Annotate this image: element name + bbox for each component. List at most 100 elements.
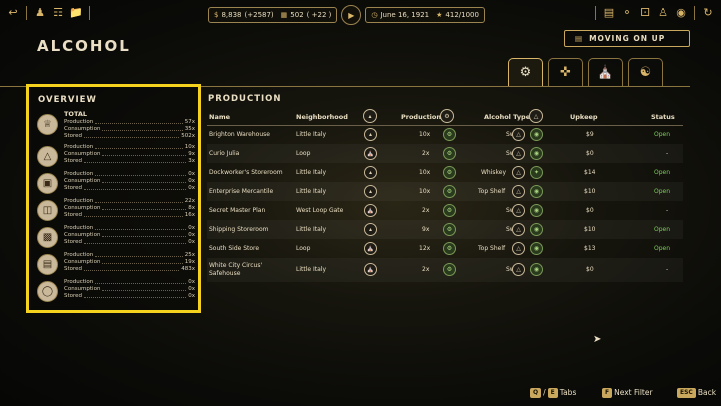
row-status: - [666,150,669,157]
tab-alcohol[interactable]: ⚙ [508,58,543,86]
row-upkeep: $0 [586,150,594,157]
tab-deals[interactable]: ☯ [628,58,663,86]
overview-row-production: Production 22x [64,198,195,205]
column-header-name[interactable]: Name [209,113,230,121]
bottle-icon: △ [37,146,58,167]
quality-icon: ◉ [530,185,543,198]
play-icon: ▶ [348,10,355,20]
production-filter-icon[interactable]: ⚙ [440,109,454,123]
row-status: - [666,266,669,273]
row-neighborhood: Loop [296,245,311,252]
table-row[interactable]: Secret Master Plan West Loop Gate ⛪ 2x ⚙… [207,201,683,220]
row-upkeep: $0 [586,266,594,273]
row-production: 2x [422,150,430,157]
moving-on-up-button[interactable]: ▤ MOVING ON UP [564,30,690,47]
quality-icon: ◉ [530,147,543,160]
overview-item-flask: ◯ Production 0x Consumption 0x Stored 0x [37,279,195,305]
book-icon[interactable]: ▤ [602,6,616,20]
row-alcohol-type: Whiskey [481,169,507,176]
overview-row-stored: Stored 16x [64,212,195,219]
row-name: Brighton Warehouse [209,131,270,138]
building-icon: ⛪ [364,147,377,160]
building-icon: ⛪ [597,65,614,80]
shield-icon[interactable]: ⚬ [620,6,634,20]
row-production: 10x [419,169,431,176]
value: 483x [181,266,195,272]
table-row[interactable]: Brighton Warehouse Little Italy ▴ 10x ⚙ … [207,125,683,144]
overview-row-consumption: Consumption 19x [64,259,195,266]
swill-icon: △ [512,263,525,276]
quality-icon: ◉ [530,128,543,141]
label: Production [64,252,94,258]
crew-icon[interactable]: ♟ [33,6,47,20]
tabs-hint[interactable]: Q / E Tabs [530,387,576,398]
back-hint[interactable]: ESC Back [677,387,716,398]
label: Stored [64,133,83,139]
overview-row-stored: Stored 3x [64,158,195,165]
hint-slash: / [543,388,546,397]
table-row[interactable]: Curio Julia Loop ⛪ 2x ⚙ Swill △ ◉ $0 - [207,144,683,163]
jug-icon: ▩ [37,227,58,248]
value: 57x [184,119,195,125]
stars-value: 412/1000 [445,11,479,19]
value: 0x [188,171,195,177]
money-delta: (+2587) [244,11,274,19]
workers-delta: ( +22 ) [306,11,332,19]
tab-buildings[interactable]: ⛪ [588,58,623,86]
play-button[interactable]: ▶ [341,5,362,25]
overview-row-consumption: Consumption 0x [64,232,195,239]
row-production: 10x [419,131,431,138]
overview-row-production: Production 0x [64,171,195,178]
row-neighborhood: Loop [296,150,311,157]
row-name-line1: White City Circus' [209,262,263,269]
table-row[interactable]: Shipping Storeroom Little Italy ▴ 9x ⚙ S… [207,220,683,239]
table-row[interactable]: South Side Store Loop ⛪ 12x ⚙ Top Shelf … [207,239,683,258]
alcohol-icon[interactable]: ⚀ [638,6,652,20]
label: Consumption [64,178,101,184]
table-row[interactable]: Dockworker's Storeroom Little Italy ▴ 10… [207,163,683,182]
tab-distribution[interactable]: ✜ [548,58,583,86]
row-name: South Side Store [209,245,260,252]
neighborhood-filter-icon[interactable]: ▴ [363,109,377,123]
back-label: Back [697,388,717,397]
table-row[interactable]: Enterprise Mercantile Little Italy ▴ 10x… [207,182,683,201]
person-icon[interactable]: ♙ [656,6,670,20]
back-arrow-icon[interactable]: ↩ [6,6,20,20]
row-upkeep: $10 [584,188,596,195]
column-header-upkeep[interactable]: Upkeep [570,113,598,121]
next-filter-label: Next Filter [614,388,653,397]
value: 16x [184,212,195,218]
table-row[interactable]: White City Circus' Safehouse Little Ital… [207,258,683,282]
quality-icon: ◉ [530,242,543,255]
settings-icon[interactable]: ↻ [701,6,715,20]
column-header-status[interactable]: Status [651,113,675,121]
column-header-production[interactable]: Production [401,113,441,121]
date-display: ◷ June 16, 1921 ★ 412/1000 [365,7,485,23]
separator [595,6,596,20]
top-shelf-icon: △ [512,185,525,198]
building-icon: ▴ [364,223,377,236]
bar-icon[interactable]: ☶ [51,6,65,20]
overview-row-consumption: Consumption 0x [64,286,195,293]
column-header-alcohol-type[interactable]: Alcohol Type [484,113,530,121]
folder-icon[interactable]: 📁 [69,6,83,20]
row-name: Enterprise Mercantile [209,188,274,195]
value: 9x [188,151,195,157]
label: Consumption [64,286,101,292]
overview-panel: OVERVIEW ♕ TOTAL Production 57x Consumpti… [26,84,201,313]
document-icon: ▤ [575,34,584,43]
alcohol-type-filter-icon[interactable]: △ [529,109,543,123]
value: 0x [188,239,195,245]
building-icon: ⛪ [364,263,377,276]
money-bag-icon[interactable]: ◉ [674,6,688,20]
next-filter-hint[interactable]: F Next Filter [602,387,653,398]
barrel-icon: ◫ [37,200,58,221]
separator [694,6,695,20]
building-icon: ▴ [364,128,377,141]
value: 3x [188,158,195,164]
overview-row-stored: Stored 0x [64,239,195,246]
production-gauge-icon: ⚙ [443,147,456,160]
column-header-neighborhood[interactable]: Neighborhood [296,113,348,121]
value: 8x [188,205,195,211]
resource-bar: $ 8,838 (+2587) ▦ 502 ( +22 ) ▶ ◷ June 1… [208,5,485,25]
